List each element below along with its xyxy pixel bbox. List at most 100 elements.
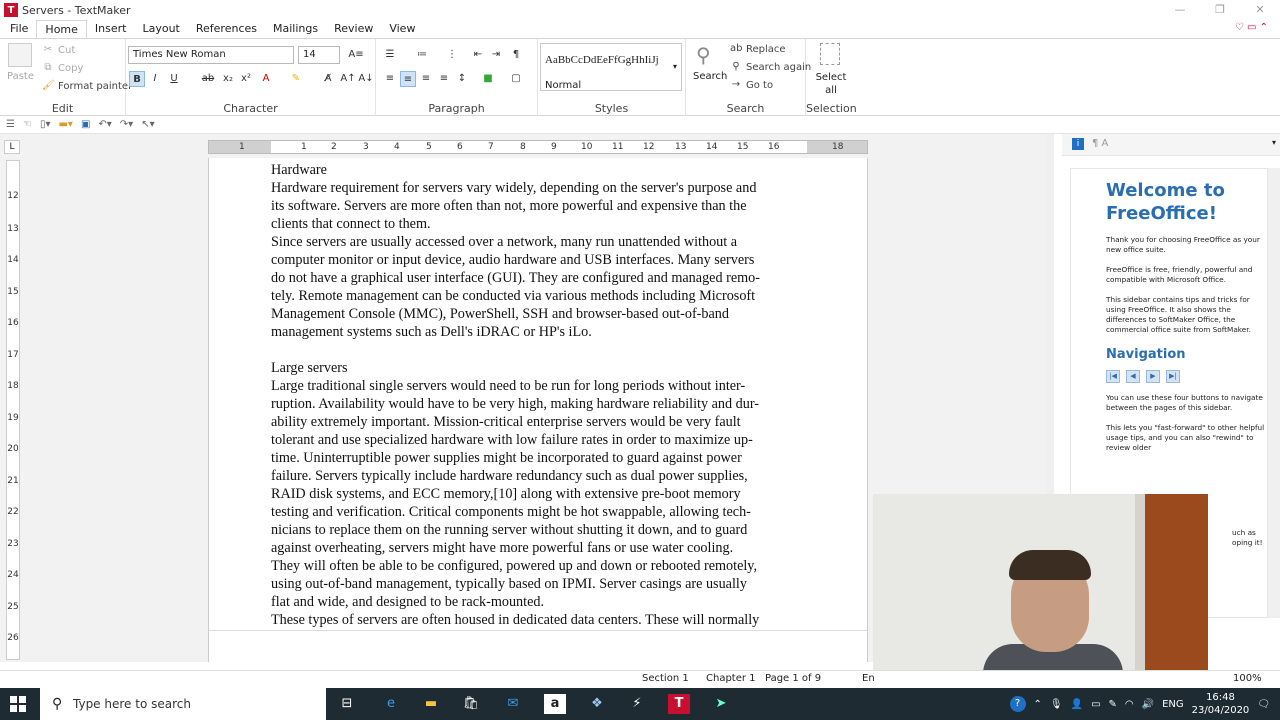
search-icon[interactable]: ⚲ bbox=[696, 43, 711, 67]
search-again-button[interactable]: ⚲ Search again bbox=[730, 61, 811, 73]
font-color-icon[interactable]: A bbox=[258, 71, 274, 87]
bolt-app-icon[interactable]: ⚡ bbox=[626, 694, 648, 714]
italic-button[interactable]: I bbox=[147, 71, 163, 87]
copy-button[interactable]: ⧉ Copy bbox=[42, 62, 83, 74]
document-text[interactable]: Hardware Hardware requirement for server… bbox=[271, 161, 809, 629]
minimize-button[interactable]: — bbox=[1160, 0, 1200, 20]
ruler-number: 18 bbox=[7, 381, 19, 391]
shading-icon[interactable]: ■ bbox=[480, 71, 496, 87]
ribbon-options-icon[interactable]: ♡ ▭ ⌃ bbox=[1235, 22, 1268, 33]
increase-indent-icon[interactable]: ⇥ bbox=[488, 47, 504, 63]
dropbox-icon[interactable]: ❖ bbox=[586, 694, 608, 714]
wifi-icon[interactable]: ◠ bbox=[1125, 699, 1134, 710]
horizontal-ruler[interactable]: 1 1 2 3 4 5 6 7 8 9 10 11 12 13 14 15 16… bbox=[208, 140, 868, 154]
zoom-level[interactable]: 100% bbox=[1233, 673, 1262, 684]
task-view-icon[interactable]: ⊟ bbox=[336, 694, 358, 714]
chevron-down-icon[interactable]: ▾ bbox=[673, 62, 677, 71]
cut-button[interactable]: ✂ Cut bbox=[42, 44, 75, 56]
redo-icon[interactable]: ↷▾ bbox=[120, 119, 133, 130]
align-center-icon[interactable]: ≡ bbox=[400, 71, 416, 87]
numbering-icon[interactable]: ≔ bbox=[414, 47, 430, 63]
notifications-icon[interactable]: 🗨 bbox=[1257, 699, 1270, 710]
help-icon[interactable]: ? bbox=[1009, 696, 1026, 712]
pilcrow-icon[interactable]: ¶ bbox=[508, 47, 524, 63]
menu-review[interactable]: Review bbox=[326, 20, 381, 38]
clear-format-icon[interactable]: A̸ bbox=[320, 71, 336, 87]
tab-stop-selector[interactable]: L bbox=[4, 140, 20, 154]
superscript-button[interactable]: x² bbox=[238, 71, 254, 87]
menu-insert[interactable]: Insert bbox=[87, 20, 135, 38]
undo-icon[interactable]: ↶▾ bbox=[98, 119, 111, 130]
justify-icon[interactable]: ≡ bbox=[436, 71, 452, 87]
font-name-select[interactable]: Times New Roman bbox=[128, 46, 294, 64]
pointer-icon[interactable]: ☜ bbox=[23, 119, 32, 130]
font-size-select[interactable]: 14 bbox=[298, 46, 340, 64]
shrink-font-icon[interactable]: A↓ bbox=[358, 71, 374, 87]
format-painter-button[interactable]: 🖌 Format painter bbox=[42, 80, 132, 92]
line-spacing-icon[interactable]: ↕ bbox=[454, 71, 470, 87]
next-page-icon[interactable]: ▶ bbox=[1146, 370, 1160, 383]
file-explorer-icon[interactable]: ▬ bbox=[420, 694, 442, 714]
selection-pointer-icon[interactable]: ↖▾ bbox=[141, 119, 154, 130]
search-button[interactable]: Search bbox=[693, 71, 727, 82]
decrease-indent-icon[interactable]: ⇤ bbox=[470, 47, 486, 63]
battery-icon[interactable]: ▭ bbox=[1091, 699, 1100, 710]
select-all-icon[interactable] bbox=[820, 43, 840, 65]
sidebar-scrollbar[interactable] bbox=[1268, 168, 1280, 618]
clock[interactable]: 16:48 23/04/2020 bbox=[1192, 691, 1250, 717]
menu-view[interactable]: View bbox=[381, 20, 423, 38]
windows-start-icon[interactable] bbox=[10, 696, 26, 712]
maximize-button[interactable]: ❐ bbox=[1200, 0, 1240, 20]
current-style[interactable]: Normal bbox=[545, 80, 581, 91]
language-indicator[interactable]: ENG bbox=[1162, 699, 1184, 710]
subscript-button[interactable]: x₂ bbox=[220, 71, 236, 87]
change-case-icon[interactable]: A≡ bbox=[348, 47, 364, 63]
bullets-icon[interactable]: ☰ bbox=[382, 47, 398, 63]
strikethrough-button[interactable]: ab bbox=[200, 71, 216, 87]
edge-browser-icon[interactable]: e bbox=[380, 694, 402, 714]
menu-references[interactable]: References bbox=[188, 20, 265, 38]
taskbar-search-box[interactable]: ⚲ Type here to search bbox=[40, 688, 326, 720]
new-document-icon[interactable]: ▯▾ bbox=[40, 119, 51, 130]
grow-font-icon[interactable]: A↑ bbox=[340, 71, 356, 87]
borders-icon[interactable]: ▢ bbox=[508, 71, 524, 87]
underline-button[interactable]: U bbox=[166, 71, 182, 87]
close-button[interactable]: ✕ bbox=[1240, 0, 1280, 20]
menu-file[interactable]: File bbox=[2, 20, 36, 38]
vertical-ruler[interactable]: 12 13 14 15 16 17 18 19 20 21 22 23 24 2… bbox=[6, 160, 20, 660]
bold-button[interactable]: B bbox=[129, 71, 145, 87]
menu-home[interactable]: Home bbox=[36, 19, 87, 39]
last-page-icon[interactable]: ▶| bbox=[1166, 370, 1180, 383]
open-folder-icon[interactable]: ▬▾ bbox=[58, 119, 72, 130]
document-page[interactable]: Hardware Hardware requirement for server… bbox=[208, 158, 868, 662]
info-icon[interactable]: i bbox=[1072, 138, 1084, 150]
save-icon[interactable]: ▣ bbox=[81, 119, 90, 130]
mail-icon[interactable]: ✉ bbox=[502, 694, 524, 714]
first-page-icon[interactable]: |◀ bbox=[1106, 370, 1120, 383]
go-to-button[interactable]: → Go to bbox=[730, 79, 773, 91]
paste-button[interactable]: Paste bbox=[7, 71, 34, 82]
volume-icon[interactable]: 🔊 bbox=[1142, 699, 1154, 710]
select-all-button[interactable]: Select all bbox=[814, 71, 848, 97]
style-gallery[interactable]: AaBbCcDdEeFfGgHhIiJj Normal ▾ bbox=[540, 43, 682, 91]
arrow-app-icon[interactable]: ➤ bbox=[710, 694, 732, 714]
menu-layout[interactable]: Layout bbox=[134, 20, 187, 38]
store-icon[interactable]: 🛍 bbox=[460, 694, 482, 714]
previous-page-icon[interactable]: ◀ bbox=[1126, 370, 1140, 383]
microphone-icon[interactable]: 🎙 bbox=[1050, 699, 1063, 710]
replace-button[interactable]: ab Replace bbox=[730, 43, 786, 55]
menu-mailings[interactable]: Mailings bbox=[265, 20, 326, 38]
textmaker-taskbar-icon[interactable]: T bbox=[668, 694, 690, 714]
highlight-icon[interactable]: ✎ bbox=[288, 71, 304, 87]
menu-icon[interactable]: ☰ bbox=[6, 119, 15, 130]
align-left-icon[interactable]: ≡ bbox=[382, 71, 398, 87]
people-icon[interactable]: 👤 bbox=[1071, 699, 1083, 710]
paste-icon[interactable] bbox=[8, 43, 32, 67]
pen-icon[interactable]: ✎ bbox=[1109, 699, 1117, 710]
outline-list-icon[interactable]: ⋮ bbox=[444, 47, 460, 63]
chevron-up-icon[interactable]: ⌃ bbox=[1034, 699, 1042, 710]
tips-icon[interactable]: ¶ A bbox=[1092, 138, 1108, 149]
align-right-icon[interactable]: ≡ bbox=[418, 71, 434, 87]
chevron-down-icon[interactable]: ▾ bbox=[1272, 138, 1276, 147]
amazon-icon[interactable]: a bbox=[544, 694, 566, 714]
